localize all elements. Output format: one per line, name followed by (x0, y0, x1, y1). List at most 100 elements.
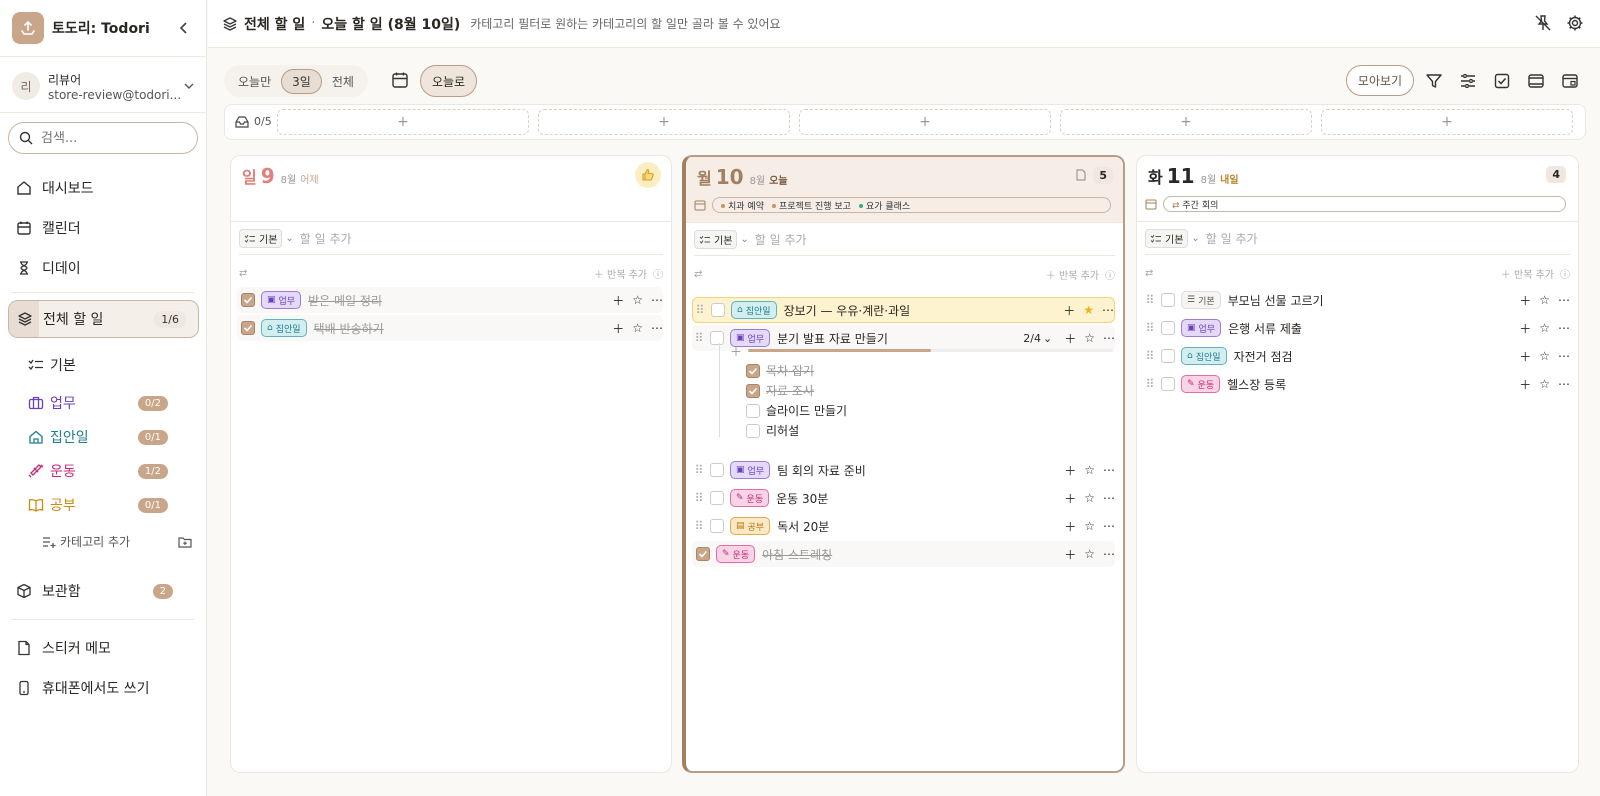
more-icon[interactable]: ⋯ (1558, 293, 1570, 307)
plus-icon[interactable]: ＋ (1064, 546, 1076, 563)
task-text[interactable]: 택배 반송하기 (314, 320, 384, 337)
task-row[interactable]: ⠿ ▣ 업무 팀 회의 자료 준비 ＋ ☆ ⋯ (692, 457, 1115, 483)
plus-icon[interactable]: ＋ (1064, 490, 1076, 507)
star-icon[interactable]: ☆ (1084, 463, 1095, 477)
nav-all-todos[interactable]: 전체 할 일 1/6 (8, 300, 199, 338)
task-text[interactable]: 독서 20분 (777, 518, 829, 535)
task-row[interactable]: ⠿ ⌂ 집안일 장보기 — 우유·계란·과일 ＋ ★ ⋯ (692, 297, 1115, 323)
category-home[interactable]: 집안일 0/1 (28, 423, 168, 451)
task-row[interactable]: ⠿ ✎ 운동 헬스장 등록 ＋ ☆ ⋯ (1143, 371, 1570, 397)
plus-icon[interactable]: ＋ (1519, 376, 1531, 393)
subtask-row[interactable]: 리허설 (746, 422, 799, 439)
task-row[interactable]: ⠿ ▣ 업무 은행 서류 제출 ＋ ☆ ⋯ (1143, 315, 1570, 341)
range-three-days[interactable]: 3일 (281, 68, 322, 94)
filter-icon[interactable] (1425, 72, 1443, 90)
add-task-row[interactable]: 기본 ⌄ 할 일 추가 (694, 224, 1115, 256)
task-text[interactable]: 아침 스트레칭 (762, 546, 832, 563)
task-row[interactable]: ⠿ ▣ 업무 분기 발표 자료 만들기 2/4 ⌄ ＋ ☆ ⋯ (692, 325, 1115, 351)
subtask-row[interactable]: 자료 조사 (746, 382, 814, 399)
task-checkbox[interactable] (241, 321, 255, 335)
drag-handle-icon[interactable]: ⠿ (692, 331, 706, 345)
gear-icon[interactable] (1566, 14, 1584, 32)
star-icon[interactable]: ☆ (1539, 293, 1550, 307)
add-repeat-button[interactable]: ＋ 반복 추가 (1046, 267, 1099, 282)
task-text[interactable]: 팀 회의 자료 준비 (777, 462, 866, 479)
plus-icon[interactable]: ＋ (1064, 518, 1076, 535)
task-row[interactable]: ⌂ 집안일 택배 반송하기 ＋ ☆ ⋯ (237, 315, 663, 341)
subtask-checkbox[interactable] (746, 363, 760, 378)
more-icon[interactable]: ⋯ (1103, 519, 1115, 533)
task-checkbox[interactable] (710, 331, 724, 345)
nav-sticker-memo[interactable]: 스티커 메모 (8, 629, 199, 667)
subtask-toggle[interactable]: 2/4 ⌄ (1023, 332, 1052, 345)
add-repeat-button[interactable]: ＋ 반복 추가 (594, 266, 647, 281)
add-task-input[interactable]: 할 일 추가 (755, 231, 807, 248)
star-icon[interactable]: ☆ (1084, 547, 1095, 561)
category-work[interactable]: 업무 0/2 (28, 389, 168, 417)
subtask-row[interactable]: 슬라이드 만들기 (746, 402, 847, 419)
thumbs-up-icon[interactable] (635, 162, 661, 188)
event-item[interactable]: ⇄ 주간 회의 (1172, 198, 1218, 211)
more-icon[interactable]: ⋯ (1558, 377, 1570, 391)
drag-handle-icon[interactable]: ⠿ (1143, 349, 1157, 363)
plus-icon[interactable]: ＋ (1063, 302, 1075, 319)
subtask-text[interactable]: 리허설 (766, 422, 799, 439)
more-icon[interactable]: ⋯ (651, 321, 663, 335)
date-picker-icon[interactable] (391, 71, 409, 89)
more-icon[interactable]: ⋯ (1558, 349, 1570, 363)
task-checkbox[interactable] (710, 519, 724, 533)
more-icon[interactable]: ⋯ (1103, 331, 1115, 345)
add-repeat-button[interactable]: ＋ 반복 추가 (1501, 266, 1554, 281)
plus-icon[interactable]: ＋ (1519, 320, 1531, 337)
task-text[interactable]: 부모님 선물 고르기 (1228, 292, 1324, 309)
subtask-checkbox[interactable] (746, 383, 760, 398)
task-text[interactable]: 받은 메일 정리 (308, 292, 382, 309)
event-item[interactable]: 치과 예약 (721, 199, 764, 212)
task-checkbox[interactable] (1161, 293, 1175, 307)
drag-handle-icon[interactable]: ⠿ (692, 463, 706, 477)
inbox-add-slot[interactable]: + (1321, 109, 1573, 135)
window-icon[interactable] (1561, 72, 1579, 90)
chevron-down-icon[interactable]: ⌄ (285, 233, 293, 244)
task-row[interactable]: ▣ 업무 받은 메일 정리 ＋ ☆ ⋯ (237, 287, 663, 313)
search-input[interactable] (41, 130, 181, 146)
subtask-checkbox[interactable] (746, 403, 760, 418)
category-select[interactable]: 기본 (1145, 229, 1189, 248)
collapse-sidebar-icon[interactable] (174, 18, 194, 38)
task-checkbox[interactable] (1161, 321, 1175, 335)
pin-off-icon[interactable] (1534, 14, 1552, 32)
range-all[interactable]: 전체 (322, 69, 364, 94)
inbox-counter[interactable]: 0/5 (235, 115, 272, 128)
star-icon[interactable]: ☆ (1539, 321, 1550, 335)
more-icon[interactable]: ⋯ (1558, 321, 1570, 335)
task-row[interactable]: ✎ 운동 아침 스트레칭 ＋ ☆ ⋯ (692, 541, 1115, 567)
plus-icon[interactable]: ＋ (1064, 330, 1076, 347)
add-task-row[interactable]: 기본 ⌄ 할 일 추가 (1145, 223, 1570, 255)
task-text[interactable]: 분기 발표 자료 만들기 (777, 330, 888, 347)
add-category-button[interactable]: 카테고리 추가 (42, 533, 192, 550)
chevron-down-icon[interactable]: ⌄ (1191, 233, 1199, 244)
layout-icon[interactable] (1527, 72, 1545, 90)
help-icon[interactable]: ⓘ (653, 266, 663, 281)
drag-handle-icon[interactable]: ⠿ (693, 303, 707, 317)
more-icon[interactable]: ⋯ (1102, 303, 1114, 317)
more-icon[interactable]: ⋯ (1103, 547, 1115, 561)
star-icon[interactable]: ☆ (632, 321, 643, 335)
events-bar[interactable]: 치과 예약 프로젝트 진행 보고 요가 클래스 (712, 197, 1111, 213)
help-icon[interactable]: ⓘ (1560, 266, 1570, 281)
drag-handle-icon[interactable]: ⠿ (1143, 293, 1157, 307)
event-item[interactable]: 프로젝트 진행 보고 (771, 199, 851, 212)
task-text[interactable]: 자전거 점검 (1234, 348, 1293, 365)
task-checkbox[interactable] (710, 463, 724, 477)
drag-handle-icon[interactable]: ⠿ (1143, 377, 1157, 391)
drag-handle-icon[interactable]: ⠿ (692, 491, 706, 505)
task-checkbox[interactable] (241, 293, 255, 307)
task-checkbox[interactable] (711, 303, 725, 317)
drag-handle-icon[interactable]: ⠿ (692, 519, 706, 533)
category-sport[interactable]: 운동 1/2 (28, 457, 168, 485)
nav-calendar[interactable]: 캘린더 (8, 209, 199, 247)
search-box[interactable] (8, 122, 198, 154)
sliders-icon[interactable] (1459, 72, 1477, 90)
add-subtask-icon[interactable]: ＋ (730, 343, 742, 360)
more-icon[interactable]: ⋯ (1103, 463, 1115, 477)
